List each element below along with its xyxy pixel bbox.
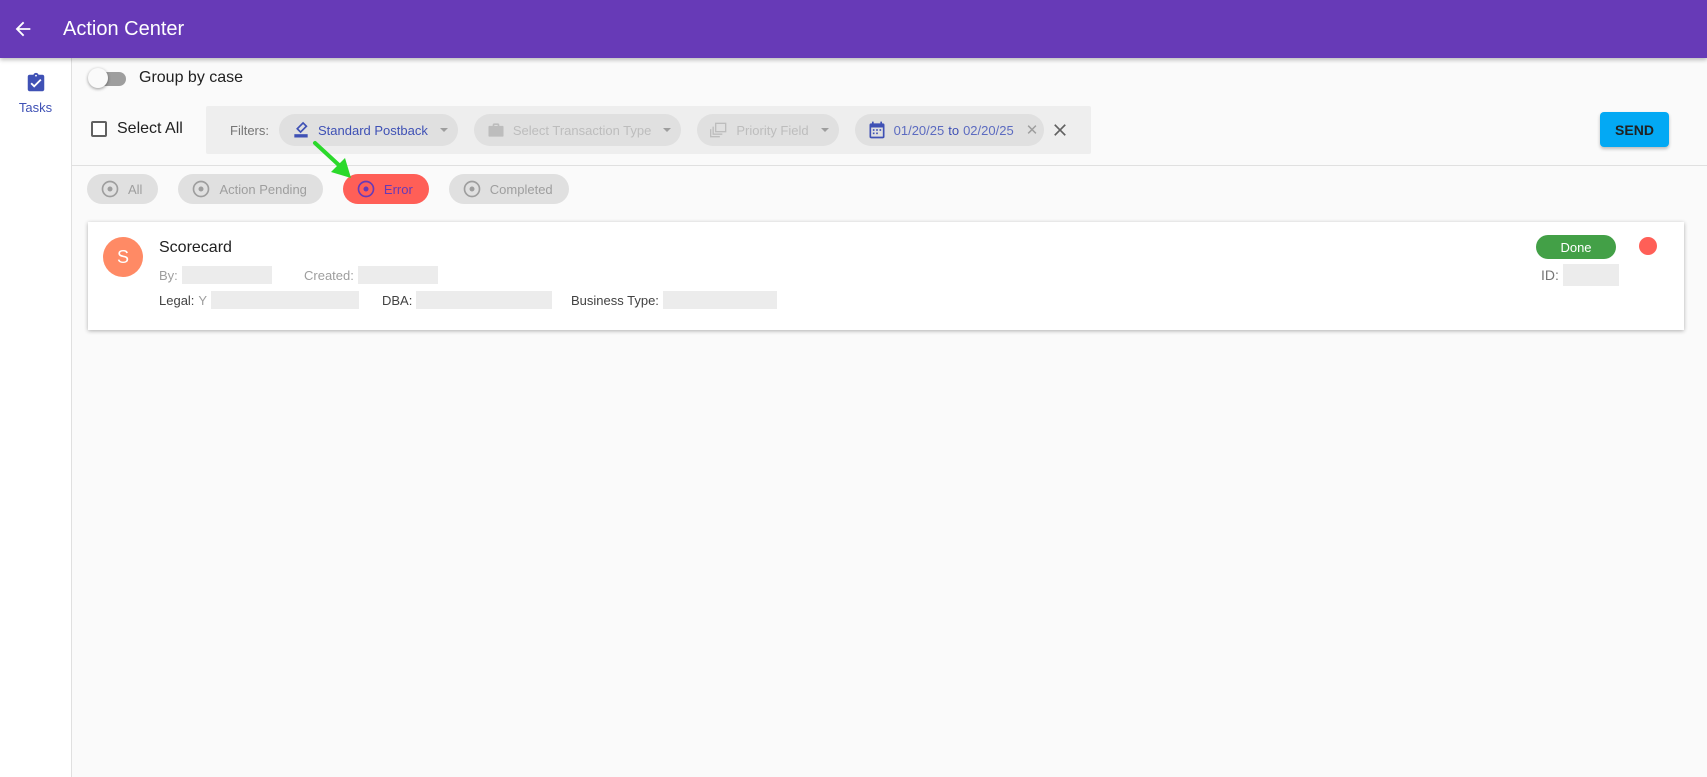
error-indicator <box>1639 237 1657 255</box>
redacted-value <box>416 291 553 309</box>
sidebar: Tasks <box>0 58 72 777</box>
dba-field: DBA: <box>382 291 553 309</box>
created-label: Created: <box>304 267 354 283</box>
app-bar: Action Center <box>0 0 1707 58</box>
postback-icon <box>291 120 311 140</box>
status-chip-action-pending[interactable]: Action Pending <box>178 174 323 204</box>
select-all: Select All <box>91 120 183 138</box>
group-by-case-row: Group by case <box>88 66 243 90</box>
transaction-type-placeholder: Select Transaction Type <box>512 122 652 138</box>
filters-label: Filters: <box>230 122 269 138</box>
redacted-value <box>211 291 360 309</box>
back-button[interactable] <box>0 6 46 52</box>
group-by-case-toggle[interactable] <box>88 68 126 88</box>
chevron-down-icon <box>439 128 448 132</box>
legal-field: Legal: Y <box>159 291 360 309</box>
status-chip-label: Action Pending <box>219 181 307 197</box>
id-label: ID: <box>1541 267 1559 283</box>
redacted-value <box>1562 264 1619 286</box>
annotation-arrow-icon <box>313 141 351 178</box>
select-all-checkbox[interactable] <box>91 121 107 137</box>
redacted-value <box>181 266 272 284</box>
date-to: 02/20/25 <box>963 122 1014 138</box>
postback-filter[interactable]: Standard Postback <box>279 114 458 146</box>
redacted-value <box>357 266 438 284</box>
group-by-case-label: Group by case <box>139 69 244 86</box>
select-all-label: Select All <box>117 120 183 137</box>
task-card[interactable]: S Scorecard By: Created: Legal: Y DBA: B… <box>88 222 1684 330</box>
priority-field-placeholder: Priority Field <box>736 122 809 138</box>
page-title: Action Center <box>63 17 185 40</box>
task-id: ID: <box>1541 264 1619 286</box>
legal-label: Legal: <box>159 292 195 308</box>
postback-filter-value: Standard Postback <box>318 122 428 138</box>
radio-icon <box>100 179 120 199</box>
clipboard-check-icon <box>27 72 44 92</box>
date-separator: to <box>948 122 960 138</box>
priority-field-select[interactable]: Priority Field <box>697 114 839 146</box>
radio-icon <box>191 179 211 199</box>
sidebar-item-tasks[interactable]: Tasks <box>0 72 71 115</box>
chevron-down-icon <box>820 128 829 132</box>
clear-filters-button[interactable] <box>1050 120 1070 140</box>
dba-label: DBA: <box>382 292 413 308</box>
calendar-icon <box>867 120 887 140</box>
clear-date-icon[interactable]: ✕ <box>1026 121 1039 139</box>
transaction-type-select[interactable]: Select Transaction Type <box>473 114 682 146</box>
toggle-thumb <box>88 68 108 88</box>
status-chip-all[interactable]: All <box>87 174 159 204</box>
status-chip-completed[interactable]: Completed <box>448 174 569 204</box>
avatar: S <box>103 237 143 277</box>
task-created: Created: <box>304 266 438 284</box>
send-button[interactable]: SEND <box>1600 112 1669 147</box>
task-by: By: <box>159 266 272 284</box>
briefcase-icon <box>486 120 506 140</box>
arrow-back-icon <box>15 21 31 37</box>
task-title: Scorecard <box>159 239 232 256</box>
radio-icon <box>462 179 482 199</box>
business-type-label: Business Type: <box>571 292 659 308</box>
status-chip-label: Completed <box>489 181 553 197</box>
stack-icon <box>709 120 729 140</box>
close-icon <box>1054 124 1067 136</box>
status-chip-label: All <box>128 181 143 197</box>
date-from: 01/20/25 <box>893 122 945 138</box>
legal-value: Y <box>198 292 208 308</box>
status-badge: Done <box>1536 235 1616 259</box>
date-range-filter[interactable]: 01/20/25 to 02/20/25 ✕ <box>854 114 1045 146</box>
sidebar-item-label: Tasks <box>18 100 53 115</box>
redacted-value <box>662 291 777 309</box>
business-type-field: Business Type: <box>571 291 777 309</box>
chevron-down-icon <box>663 128 672 132</box>
status-chip-label: Error <box>383 181 413 197</box>
radio-icon <box>356 179 376 199</box>
by-label: By: <box>159 267 178 283</box>
